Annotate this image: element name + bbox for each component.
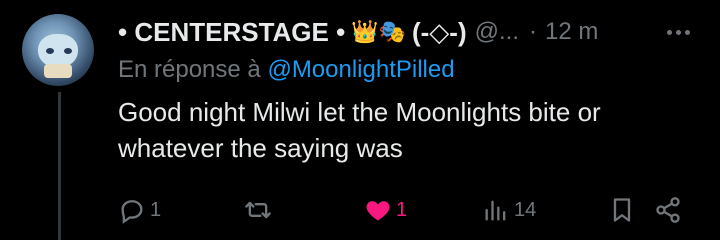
separator-dot: · — [529, 18, 537, 45]
retweet-button[interactable] — [244, 196, 276, 224]
views-button[interactable]: 14 — [482, 196, 536, 224]
like-button[interactable]: 1 — [364, 196, 407, 224]
tweet-text: Good night Milwi let the Moonlights bite… — [118, 97, 601, 163]
avatar-face — [38, 34, 78, 68]
share-button[interactable] — [654, 196, 682, 224]
avatar-eye-right — [64, 48, 72, 54]
tweet-time[interactable]: 12 m — [545, 18, 598, 46]
name-symbol: (-◇-) — [411, 16, 467, 47]
user-handle[interactable]: @... — [475, 18, 519, 46]
reply-icon — [121, 200, 143, 224]
tweet-header: • CENTERSTAGE • 👑🎭 (-◇-) @... · 12 m — [118, 14, 698, 50]
reply-prefix: En réponse à — [118, 56, 261, 83]
action-bar: 1 1 14 — [118, 192, 688, 228]
display-name[interactable]: • CENTERSTAGE • — [118, 17, 345, 48]
share-icon — [656, 197, 680, 223]
more-icon[interactable] — [658, 29, 698, 35]
avatar-accessory — [44, 64, 72, 78]
like-count: 1 — [396, 198, 408, 221]
reply-mention[interactable]: @MoonlightPilled — [267, 56, 454, 83]
name-emoji: 👑🎭 — [351, 19, 406, 44]
avatar-column — [22, 14, 98, 86]
thread-line — [58, 92, 61, 240]
avatar[interactable] — [22, 14, 94, 86]
bookmark-icon — [613, 198, 631, 222]
reply-button[interactable]: 1 — [118, 196, 161, 224]
retweet-icon — [245, 201, 271, 219]
bookmark-button[interactable] — [608, 196, 636, 224]
views-icon — [485, 200, 506, 221]
reply-count: 1 — [150, 198, 162, 221]
tweet-content: • CENTERSTAGE • 👑🎭 (-◇-) @... · 12 m En … — [118, 14, 698, 166]
avatar-eye-left — [46, 48, 54, 54]
views-count: 14 — [514, 198, 537, 221]
like-icon — [366, 201, 390, 221]
reply-context: En réponse à @MoonlightPilled — [118, 56, 698, 86]
